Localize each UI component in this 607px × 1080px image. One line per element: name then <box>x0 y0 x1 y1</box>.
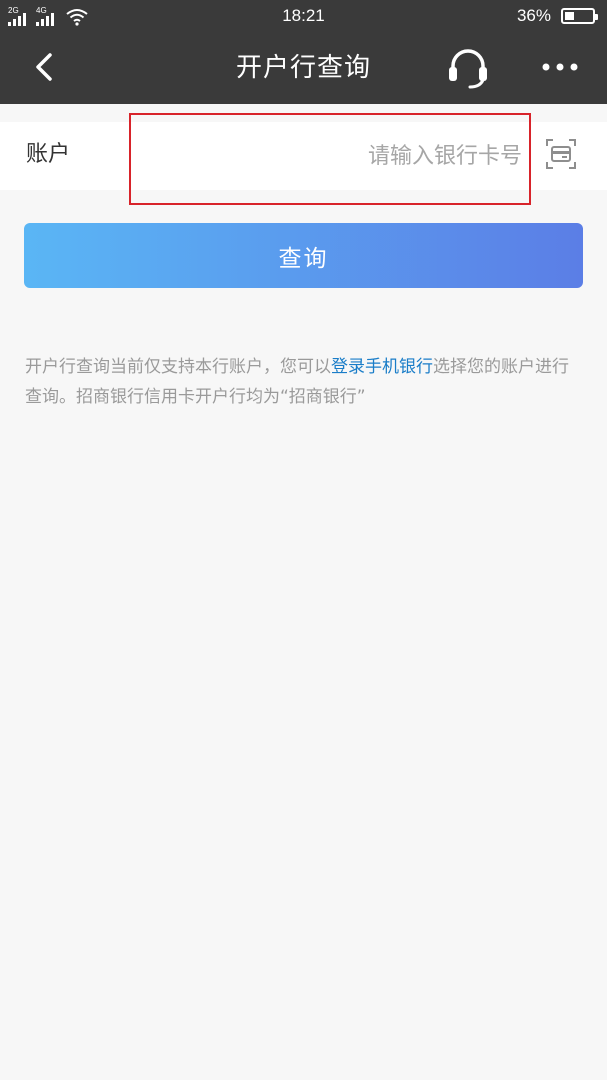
page-title: 开户行查询 <box>235 53 371 83</box>
query-button[interactable]: 查询 <box>24 223 583 288</box>
battery-icon <box>561 8 598 24</box>
notice-text: 开户行查询当前仅支持本行账户，您可以登录手机银行选择您的账户进行查询。招商银行信… <box>25 352 585 412</box>
headset-icon[interactable] <box>444 46 492 90</box>
account-row: 账户 <box>0 122 607 190</box>
notice-text-before: 开户行查询当前仅支持本行账户，您可以 <box>25 357 331 377</box>
status-bar: 2G 4G 18:21 36% <box>0 0 607 32</box>
card-scan-icon[interactable] <box>545 137 577 171</box>
card-number-input[interactable] <box>140 134 522 178</box>
mobile-banking-login-link[interactable]: 登录手机银行 <box>331 357 433 377</box>
account-label: 账户 <box>26 142 71 167</box>
nav-bar: 开户行查询 <box>0 32 607 104</box>
status-time: 18:21 <box>282 6 325 25</box>
battery-percent: 36% <box>516 6 551 25</box>
more-dots-icon[interactable] <box>538 52 582 82</box>
battery-status: 36% <box>516 5 598 27</box>
